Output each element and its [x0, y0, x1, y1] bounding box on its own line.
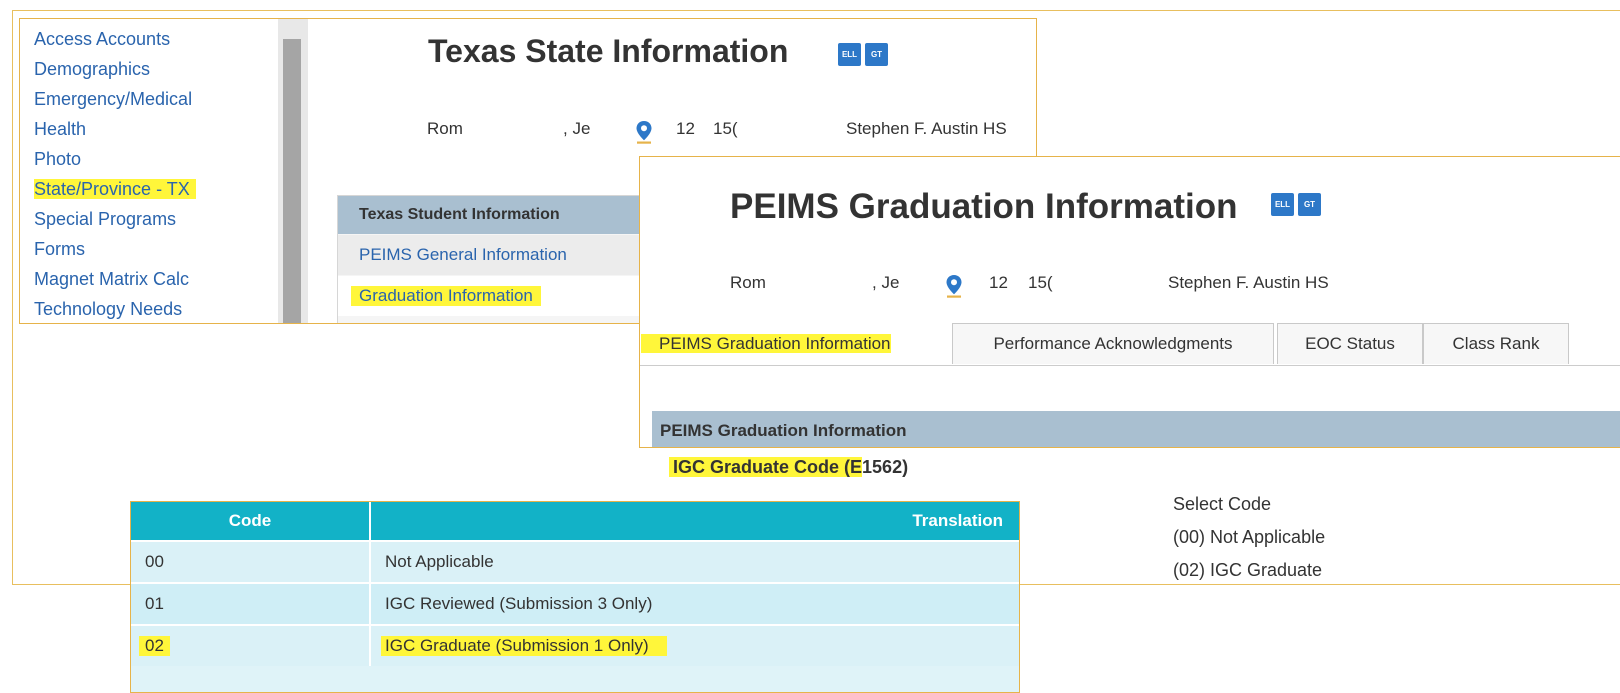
location-pin-icon: [634, 120, 654, 144]
sidebar-item-technology-needs[interactable]: Technology Needs: [34, 294, 294, 323]
student-school: Stephen F. Austin HS: [1168, 273, 1329, 292]
select-option[interactable]: (00) Not Applicable: [1173, 521, 1325, 554]
page-title: Texas State Information: [428, 33, 789, 69]
table-row: 00 Not Applicable: [131, 540, 1019, 582]
cell-code: 02: [139, 636, 170, 656]
card-header-label: Texas Student Information: [359, 206, 560, 223]
tab-performance-acknowledgments[interactable]: Performance Acknowledgments: [952, 323, 1274, 364]
card-item-label[interactable]: PEIMS General Information: [359, 245, 567, 265]
sidebar-nav: Access Accounts Demographics Emergency/M…: [34, 24, 294, 323]
table-row: 01 IGC Reviewed (Submission 3 Only): [131, 582, 1019, 624]
sidebar-item-forms[interactable]: Forms: [34, 234, 294, 264]
column-header-translation: Translation: [912, 511, 1003, 530]
peims-graduation-panel: PEIMS Graduation Information ELL GT Rom ,…: [639, 156, 1620, 448]
student-grade: 12: [989, 273, 1008, 292]
program-badges: ELL GT: [1267, 193, 1321, 216]
igc-graduate-code-label: IGC Graduate Code (E1562): [669, 457, 908, 478]
page-title: PEIMS Graduation Information: [730, 187, 1238, 226]
igc-code-options[interactable]: Select Code (00) Not Applicable (02) IGC…: [1173, 488, 1325, 587]
cell-translation: IGC Reviewed (Submission 3 Only): [385, 594, 653, 613]
select-option[interactable]: Select Code: [1173, 488, 1325, 521]
ell-badge: ELL: [1271, 193, 1294, 216]
program-badges: ELL GT: [834, 43, 888, 66]
gt-badge: GT: [865, 43, 888, 66]
student-last-name: Rom: [730, 273, 766, 292]
gt-badge: GT: [1298, 193, 1321, 216]
sidebar-item-health[interactable]: Health: [34, 114, 294, 144]
table-header: Code Translation: [131, 502, 1019, 540]
select-option[interactable]: (02) IGC Graduate: [1173, 554, 1325, 587]
section-header-label: PEIMS Graduation Information: [660, 421, 907, 440]
sidebar-item-photo[interactable]: Photo: [34, 144, 294, 174]
igc-label-highlight: IGC Graduate Code (E: [669, 457, 863, 477]
sidebar-item-access-accounts[interactable]: Access Accounts: [34, 24, 294, 54]
cell-translation: Not Applicable: [385, 552, 494, 571]
card-item-label[interactable]: Graduation Information: [351, 286, 541, 306]
section-header: PEIMS Graduation Information: [652, 411, 1620, 447]
sidebar-item-special-programs[interactable]: Special Programs: [34, 204, 294, 234]
student-id: 15(: [713, 119, 738, 138]
tab-peims-graduation-info[interactable]: PEIMS Graduation Information: [640, 323, 954, 364]
student-first-name: , Je: [872, 273, 900, 292]
tab-bar: PEIMS Graduation Information Performance…: [640, 323, 1620, 366]
sidebar-item-magnet-matrix-calc[interactable]: Magnet Matrix Calc: [34, 264, 294, 294]
student-grade: 12: [676, 119, 695, 138]
sidebar-item-emergency-medical[interactable]: Emergency/Medical: [34, 84, 294, 114]
cell-code: 01: [145, 594, 164, 613]
student-first-name: , Je: [563, 119, 591, 138]
cell-translation: IGC Graduate (Submission 1 Only): [381, 636, 667, 656]
sidebar-item-demographics[interactable]: Demographics: [34, 54, 294, 84]
tab-class-rank[interactable]: Class Rank: [1423, 323, 1569, 364]
student-id: 15(: [1028, 273, 1053, 292]
code-translation-table: Code Translation 00 Not Applicable 01 IG…: [130, 501, 1020, 693]
igc-label-rest: 1562): [862, 457, 909, 477]
column-header-code: Code: [131, 502, 371, 540]
ell-badge: ELL: [838, 43, 861, 66]
student-last-name: Rom: [427, 119, 463, 138]
location-pin-icon: [944, 274, 964, 298]
table-row: 02 IGC Graduate (Submission 1 Only): [131, 624, 1019, 666]
student-school: Stephen F. Austin HS: [846, 119, 1007, 138]
tab-eoc-status[interactable]: EOC Status: [1277, 323, 1423, 364]
sidebar-item-state-province[interactable]: State/Province - TX: [34, 174, 294, 204]
cell-code: 00: [145, 552, 164, 571]
